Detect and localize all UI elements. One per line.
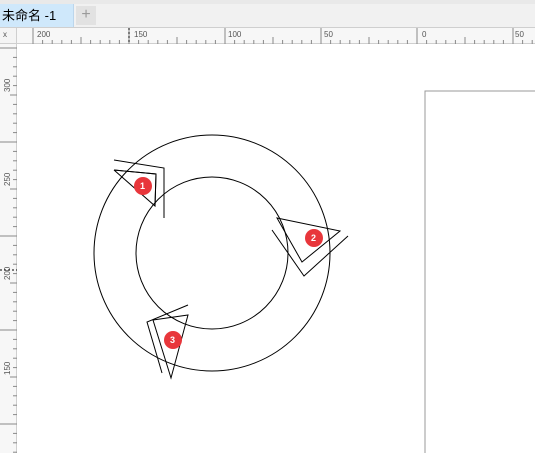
ruler-left-label: 150 — [3, 361, 12, 375]
ruler-corner[interactable]: x — [0, 28, 17, 44]
document-tab-title: 未命名 -1 — [2, 8, 57, 23]
svg-text:3: 3 — [170, 335, 175, 345]
ruler-top-label: 50 — [324, 30, 333, 39]
page-border — [424, 90, 535, 458]
vertical-ruler[interactable]: 300 250 200 150 — [0, 44, 17, 453]
inner-circle[interactable] — [135, 176, 289, 330]
ruler-corner-glyph: x — [3, 30, 7, 39]
horizontal-ruler[interactable]: 200 150 100 50 0 50 — [17, 28, 535, 44]
ruler-top-label: 100 — [228, 30, 242, 39]
ruler-top-label: 200 — [37, 30, 51, 39]
badge-2: 2 — [305, 229, 323, 247]
new-tab-button[interactable]: + — [76, 6, 96, 25]
outer-circle[interactable] — [93, 134, 331, 372]
ruler-top-label: 150 — [134, 30, 148, 39]
ruler-left-label: 300 — [3, 78, 12, 92]
drawing-canvas[interactable]: 1 2 3 — [17, 44, 535, 458]
document-tab-bar: 未命名 -1 + — [0, 4, 535, 28]
ruler-top-label: 0 — [422, 30, 427, 39]
ruler-top-label: 50 — [515, 30, 524, 39]
ruler-left-label: 250 — [3, 172, 12, 186]
ruler-left-label: 200 — [3, 266, 12, 280]
svg-text:2: 2 — [311, 233, 316, 243]
badge-1: 1 — [134, 177, 152, 195]
badge-3: 3 — [164, 331, 182, 349]
svg-text:1: 1 — [140, 181, 145, 191]
document-tab[interactable]: 未命名 -1 — [0, 4, 74, 27]
